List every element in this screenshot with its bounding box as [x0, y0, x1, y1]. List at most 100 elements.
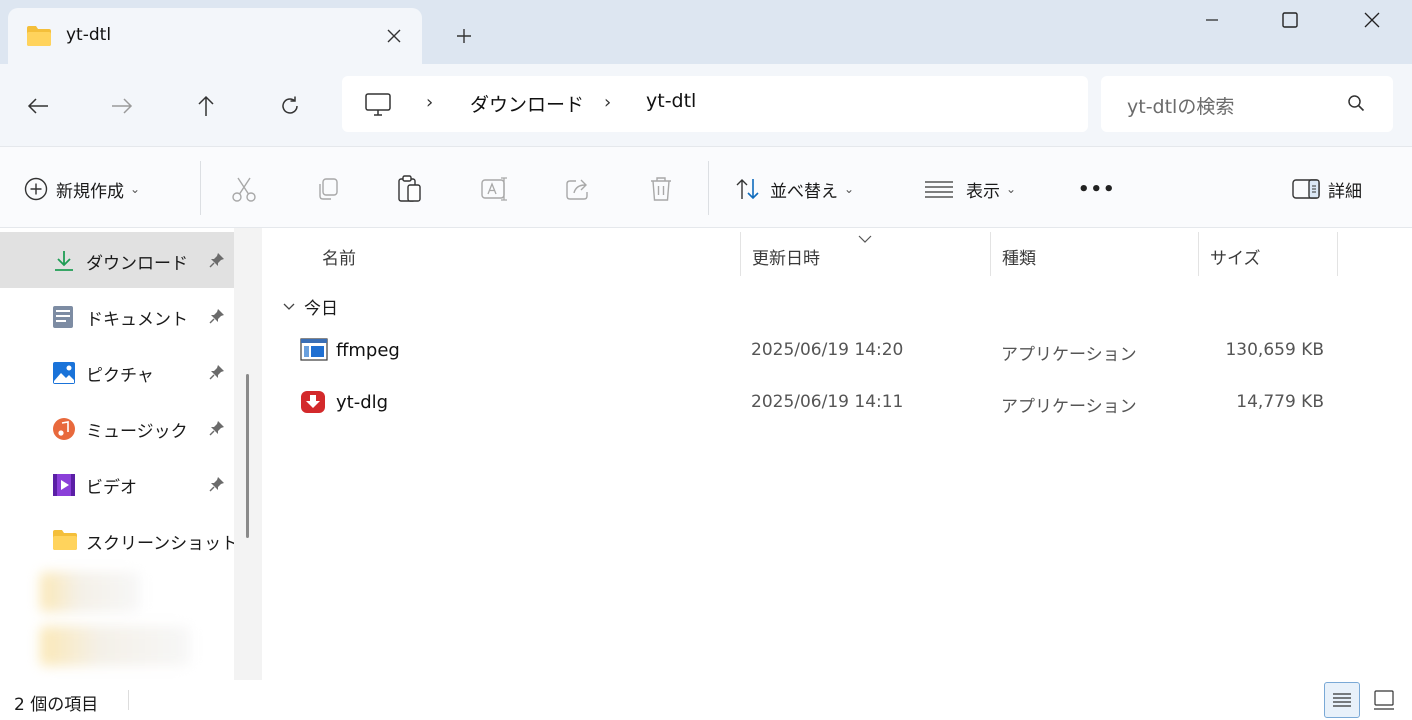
- search-icon: [1347, 94, 1365, 116]
- tab-title: yt-dtl: [66, 25, 112, 45]
- breadcrumb-downloads[interactable]: ダウンロード: [470, 90, 584, 117]
- paste-button[interactable]: [396, 173, 424, 205]
- delete-button[interactable]: [648, 173, 674, 205]
- sidebar-item-label: ドキュメント: [86, 310, 188, 330]
- document-icon: [52, 305, 74, 333]
- file-name: ffmpeg: [336, 340, 400, 361]
- scissors-icon: [232, 177, 256, 202]
- column-divider[interactable]: [740, 232, 741, 276]
- close-tab-button[interactable]: [374, 20, 414, 52]
- rename-button[interactable]: [480, 173, 510, 205]
- view-button[interactable]: 表示 ⌄: [924, 173, 1016, 205]
- navigation-pane: ダウンロード ドキュメント ピクチャ ミュージック ビデオ スクリーンショット: [0, 228, 262, 680]
- pc-icon[interactable]: [364, 92, 392, 122]
- details-pane-button[interactable]: 詳細: [1292, 173, 1362, 205]
- sidebar-item-pictures[interactable]: ピクチャ: [0, 344, 234, 400]
- sidebar-item-screenshots[interactable]: スクリーンショット: [0, 512, 238, 568]
- sidebar-item-label: ビデオ: [86, 478, 137, 498]
- blurred-sidebar-item[interactable]: [40, 626, 190, 666]
- pictures-icon: [52, 361, 76, 389]
- clipboard-icon: [398, 175, 421, 202]
- up-button[interactable]: [184, 86, 228, 126]
- new-button[interactable]: 新規作成 ⌄: [24, 173, 140, 205]
- breadcrumb-current-folder[interactable]: yt-dtl: [646, 90, 696, 112]
- file-row-ffmpeg[interactable]: ffmpeg 2025/06/19 14:20 アプリケーション 130,659…: [262, 328, 1412, 374]
- group-header-today[interactable]: 今日: [282, 294, 338, 319]
- copy-icon: [319, 178, 338, 200]
- sidebar-item-music[interactable]: ミュージック: [0, 400, 234, 456]
- sidebar-item-documents[interactable]: ドキュメント: [0, 288, 234, 344]
- column-header-size[interactable]: サイズ: [1210, 244, 1261, 269]
- column-header-name[interactable]: 名前: [322, 244, 356, 269]
- share-icon: [566, 179, 588, 200]
- folder-icon: [52, 529, 78, 555]
- sort-button-label: 並べ替え: [770, 181, 838, 202]
- column-header-type[interactable]: 種類: [1002, 244, 1036, 269]
- close-icon: [1364, 12, 1380, 28]
- sidebar-item-label: スクリーンショット: [86, 534, 239, 554]
- arrow-right-icon: [112, 98, 133, 114]
- pin-icon[interactable]: [208, 419, 226, 441]
- sidebar-item-videos[interactable]: ビデオ: [0, 456, 234, 512]
- column-divider[interactable]: [1198, 232, 1199, 276]
- search-input[interactable]: yt-dtlの検索: [1127, 92, 1234, 119]
- command-bar: 新規作成 ⌄ 並べ替え ⌄ 表示 ⌄ ••• 詳細: [0, 146, 1412, 228]
- folder-icon: [26, 25, 52, 51]
- tiles-view-button[interactable]: [1366, 682, 1402, 718]
- refresh-button[interactable]: [268, 86, 312, 126]
- chevron-down-icon: [282, 298, 296, 316]
- file-date: 2025/06/19 14:11: [751, 392, 904, 412]
- close-window-button[interactable]: [1340, 0, 1404, 40]
- download-icon: [52, 249, 76, 277]
- trash-icon: [651, 177, 671, 201]
- sidebar-scrollbar[interactable]: [234, 228, 262, 680]
- yt-dlg-app-icon: [300, 390, 326, 418]
- scrollbar-thumb[interactable]: [246, 374, 249, 538]
- chevron-down-icon: ⌄: [1006, 182, 1017, 196]
- chevron-down-icon: ⌄: [844, 182, 855, 196]
- pin-icon[interactable]: [208, 475, 226, 497]
- search-box[interactable]: yt-dtlの検索: [1101, 76, 1393, 132]
- blurred-sidebar-item[interactable]: [40, 572, 140, 612]
- pin-icon[interactable]: [208, 307, 226, 329]
- minimize-button[interactable]: [1180, 0, 1244, 40]
- pin-icon[interactable]: [208, 363, 226, 385]
- refresh-icon: [282, 96, 298, 114]
- column-divider[interactable]: [990, 232, 991, 276]
- pin-icon[interactable]: [208, 251, 226, 273]
- sort-button[interactable]: 並べ替え ⌄: [734, 173, 854, 205]
- file-date: 2025/06/19 14:20: [751, 340, 904, 360]
- tab-yt-dtl[interactable]: yt-dtl: [8, 8, 422, 64]
- minimize-icon: [1206, 19, 1218, 21]
- details-pane-label: 詳細: [1328, 181, 1362, 202]
- ffmpeg-app-icon: [300, 338, 328, 366]
- forward-button[interactable]: [100, 86, 144, 126]
- copy-button[interactable]: [314, 173, 342, 205]
- column-header-date[interactable]: 更新日時: [752, 244, 820, 269]
- navigation-bar: › ダウンロード › yt-dtl yt-dtlの検索: [0, 64, 1412, 146]
- file-type: アプリケーション: [1001, 345, 1137, 365]
- file-row-yt-dlg[interactable]: yt-dlg 2025/06/19 14:11 アプリケーション 14,779 …: [262, 380, 1412, 426]
- title-bar: yt-dtl: [0, 0, 1412, 64]
- sidebar-item-downloads[interactable]: ダウンロード: [0, 232, 234, 288]
- rename-icon: [481, 177, 507, 201]
- toolbar-divider: [708, 161, 709, 215]
- share-button[interactable]: [564, 173, 592, 205]
- address-bar[interactable]: › ダウンロード › yt-dtl: [342, 76, 1088, 132]
- maximize-button[interactable]: [1258, 0, 1322, 40]
- details-view-button[interactable]: [1324, 682, 1360, 718]
- toolbar-divider: [200, 161, 201, 215]
- view-button-label: 表示: [966, 181, 1000, 202]
- column-divider[interactable]: [1337, 232, 1338, 276]
- group-label: 今日: [304, 299, 338, 319]
- new-tab-button[interactable]: [444, 18, 484, 54]
- list-view-icon: [925, 181, 953, 198]
- file-name: yt-dlg: [336, 392, 389, 413]
- plus-icon: [457, 29, 471, 43]
- status-bar: 2 個の項目: [0, 680, 1412, 720]
- cut-button[interactable]: [230, 173, 258, 205]
- back-button[interactable]: [16, 86, 60, 126]
- arrow-left-icon: [27, 98, 48, 114]
- more-options-button[interactable]: •••: [1078, 173, 1116, 205]
- file-list: 名前 更新日時 種類 サイズ 今日 ffmpeg 2025/06/19 14:2…: [262, 228, 1412, 680]
